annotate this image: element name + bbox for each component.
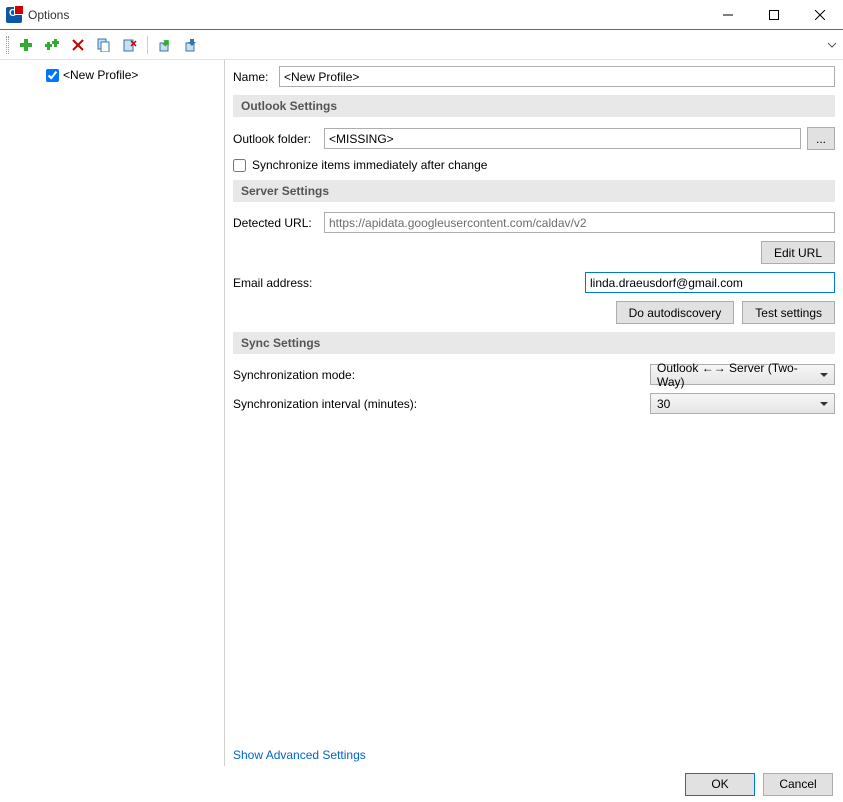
edit-url-button[interactable]: Edit URL [761, 241, 835, 264]
name-label: Name: [233, 70, 273, 84]
test-settings-button[interactable]: Test settings [742, 301, 835, 324]
toolbar-grip [6, 36, 9, 54]
sync-interval-dropdown[interactable]: 30 [650, 393, 835, 414]
sync-interval-value: 30 [657, 397, 670, 411]
sync-mode-dropdown[interactable]: Outlook ←→ Server (Two-Way) [650, 364, 835, 385]
profile-sidebar: <New Profile> [0, 60, 225, 766]
profile-tree-item[interactable]: <New Profile> [0, 66, 224, 84]
dialog-footer: OK Cancel [0, 766, 843, 802]
sync-section-header: Sync Settings [233, 332, 835, 354]
detected-url-label: Detected URL: [233, 216, 318, 230]
add-profile-icon[interactable] [15, 34, 37, 56]
cancel-button[interactable]: Cancel [763, 773, 833, 796]
server-section-header: Server Settings [233, 180, 835, 202]
sync-mode-label: Synchronization mode: [233, 368, 355, 382]
toolbar-separator [147, 36, 148, 54]
import-icon[interactable] [180, 34, 202, 56]
close-button[interactable] [797, 0, 843, 29]
sync-interval-label: Synchronization interval (minutes): [233, 397, 417, 411]
show-advanced-link[interactable]: Show Advanced Settings [233, 748, 366, 762]
clear-cache-icon[interactable] [119, 34, 141, 56]
name-input[interactable] [279, 66, 835, 87]
main-panel: Name: Outlook Settings Outlook folder: .… [225, 60, 843, 766]
outlook-folder-input[interactable] [324, 128, 801, 149]
sync-immediate-checkbox[interactable] [233, 159, 246, 172]
titlebar: Options [0, 0, 843, 30]
browse-folder-button[interactable]: ... [807, 127, 835, 150]
autodiscovery-button[interactable]: Do autodiscovery [616, 301, 735, 324]
add-multiple-icon[interactable] [41, 34, 63, 56]
toolbar-overflow-icon[interactable] [827, 34, 837, 56]
sync-immediate-label: Synchronize items immediately after chan… [252, 158, 487, 172]
app-icon [6, 7, 22, 23]
window-title: Options [28, 8, 705, 22]
outlook-folder-label: Outlook folder: [233, 132, 318, 146]
export-icon[interactable] [154, 34, 176, 56]
detected-url-input [324, 212, 835, 233]
sync-mode-value: Outlook ←→ Server (Two-Way) [657, 361, 816, 389]
ok-button[interactable]: OK [685, 773, 755, 796]
email-label: Email address: [233, 276, 318, 290]
delete-icon[interactable] [67, 34, 89, 56]
profile-checkbox[interactable] [46, 69, 59, 82]
email-input[interactable] [585, 272, 835, 293]
copy-icon[interactable] [93, 34, 115, 56]
window-controls [705, 0, 843, 29]
profile-item-label: <New Profile> [63, 68, 138, 82]
toolbar [0, 30, 843, 60]
minimize-button[interactable] [705, 0, 751, 29]
outlook-section-header: Outlook Settings [233, 95, 835, 117]
maximize-button[interactable] [751, 0, 797, 29]
